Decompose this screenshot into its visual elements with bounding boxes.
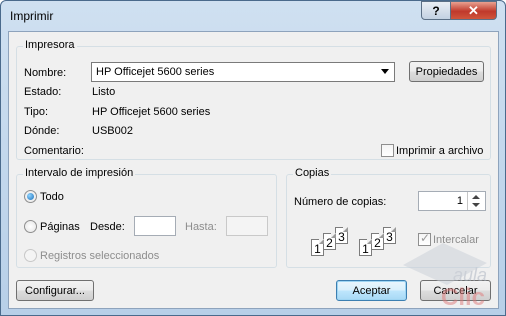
- printer-where-label: Dónde:: [24, 125, 60, 137]
- print-range-group: Intervalo de impresión Todo Páginas Desd…: [16, 167, 277, 268]
- chevron-down-icon: [381, 69, 389, 74]
- printer-where-value: USB002: [92, 125, 133, 137]
- printer-legend: Impresora: [23, 39, 77, 51]
- printer-name-label: Nombre:: [24, 67, 67, 79]
- printer-group: Impresora Nombre: HP Officejet 5600 seri…: [16, 39, 491, 160]
- properties-button[interactable]: Propiedades: [409, 61, 484, 82]
- help-icon: ?: [432, 3, 440, 18]
- range-all-radio[interactable]: [24, 190, 37, 203]
- copies-number-spinner[interactable]: 1: [418, 191, 486, 211]
- printer-name-select[interactable]: HP Officejet 5600 series: [91, 62, 395, 82]
- collate-page-3: 3: [335, 227, 348, 244]
- collate-page-1: 1: [359, 239, 372, 256]
- print-to-file-label[interactable]: Imprimir a archivo: [396, 145, 483, 157]
- setup-button[interactable]: Configurar...: [16, 280, 94, 301]
- close-button[interactable]: ✕: [450, 1, 497, 20]
- range-selection-label[interactable]: Registros seleccionados: [40, 250, 159, 262]
- collate-page-2: 2: [371, 233, 384, 250]
- printer-comment-label: Comentario:: [24, 145, 84, 157]
- watermark-line2: Clic: [441, 284, 485, 309]
- printer-status-value: Listo: [92, 86, 116, 98]
- watermark-line1: aula: [453, 265, 487, 285]
- range-pages-radio[interactable]: [24, 220, 37, 233]
- help-button[interactable]: ?: [421, 1, 451, 20]
- spinner-up-icon[interactable]: [472, 195, 480, 199]
- print-dialog: Imprimir ? ✕ Impresora Nombre: HP Office…: [0, 0, 506, 316]
- range-to-label: Hasta:: [185, 221, 217, 233]
- print-range-legend: Intervalo de impresión: [23, 167, 136, 179]
- collate-page-1: 1: [311, 239, 324, 256]
- copies-legend: Copias: [293, 167, 332, 179]
- range-pages-label[interactable]: Páginas: [40, 221, 80, 233]
- printer-name-value: HP Officejet 5600 series: [96, 66, 215, 78]
- spinner-down-icon[interactable]: [472, 203, 480, 207]
- window-title: Imprimir: [10, 9, 54, 23]
- title-bar: Imprimir ? ✕: [1, 1, 505, 31]
- range-all-label[interactable]: Todo: [40, 191, 64, 203]
- close-icon: ✕: [468, 2, 479, 18]
- range-from-input[interactable]: [134, 216, 176, 236]
- printer-status-label: Estado:: [24, 86, 62, 98]
- collate-page-2: 2: [323, 233, 336, 250]
- aulaclic-watermark: aula Clic: [403, 243, 487, 309]
- printer-type-label: Tipo:: [24, 106, 49, 118]
- range-to-input[interactable]: [226, 216, 268, 236]
- range-selection-radio[interactable]: [24, 249, 37, 262]
- printer-type-value: HP Officejet 5600 series: [92, 106, 211, 118]
- copies-number-value: 1: [456, 195, 463, 207]
- copies-number-label: Número de copias:: [294, 196, 387, 208]
- spinner-arrows[interactable]: [467, 192, 485, 210]
- print-to-file-checkbox[interactable]: [381, 144, 394, 157]
- range-from-label: Desde:: [90, 221, 125, 233]
